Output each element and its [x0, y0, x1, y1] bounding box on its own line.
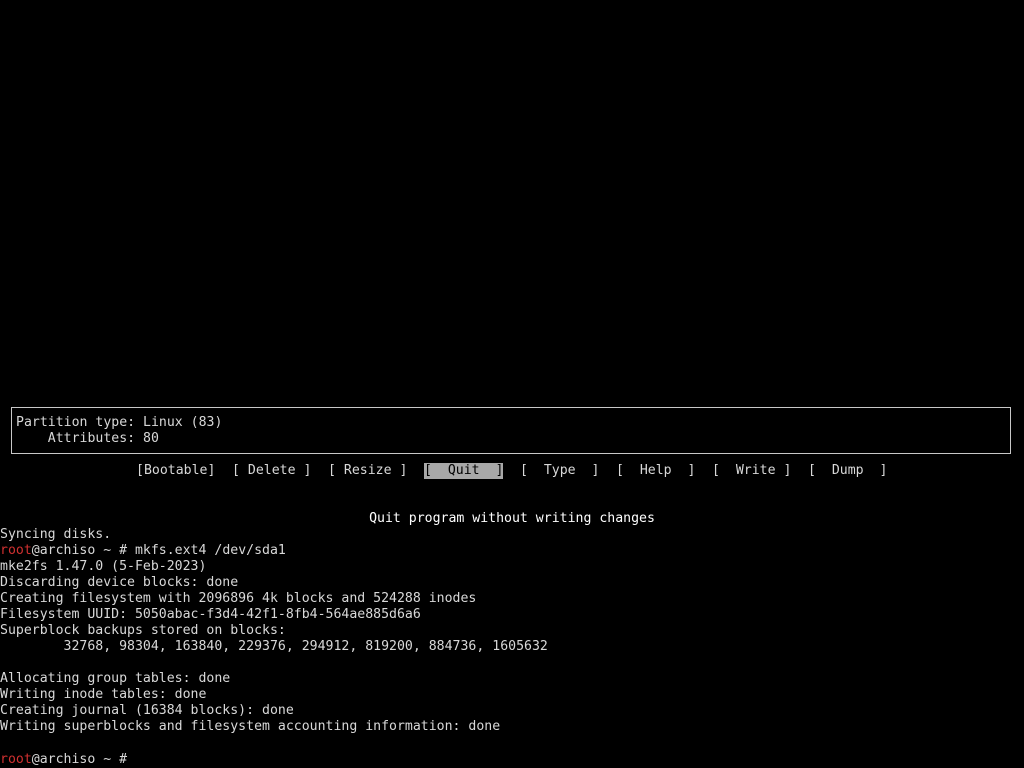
menu-write-button[interactable]: [ Write ] [712, 463, 791, 479]
command-text: mkfs.ext4 /dev/sda1 [134, 543, 286, 558]
cfdisk-menu: [Bootable] [ Delete ] [ Resize ] [ Quit … [0, 463, 1024, 479]
command-prompt-line: root@archiso ~ # mkfs.ext4 /dev/sda1 [0, 543, 286, 559]
prompt-host: @archiso ~ # [31, 543, 135, 558]
cursor-caret [135, 751, 143, 765]
prompt-user: root [0, 543, 32, 558]
terminal-line: Writing inode tables: done [0, 687, 207, 702]
terminal-line: Writing superblocks and filesystem accou… [0, 719, 501, 734]
terminal-line: mke2fs 1.47.0 (5-Feb-2023) [0, 559, 207, 574]
menu-dump-button[interactable]: [ Dump ] [808, 463, 887, 479]
partition-type-line: Partition type: Linux (83) [16, 415, 223, 430]
terminal-line: Superblock backups stored on blocks: [0, 623, 286, 638]
terminal-line: 32768, 98304, 163840, 229376, 294912, 81… [0, 639, 548, 654]
partition-info-box: Partition type: Linux (83) Attributes: 8… [11, 407, 1011, 454]
prompt-user: root [0, 752, 32, 767]
menu-help-button[interactable]: [ Help ] [616, 463, 695, 479]
menu-delete-button[interactable]: [ Delete ] [232, 463, 311, 479]
terminal-line: Syncing disks. [0, 527, 112, 542]
attributes-line: Attributes: 80 [16, 431, 159, 446]
terminal-line: Filesystem UUID: 5050abac-f3d4-42f1-8fb4… [0, 607, 421, 622]
menu-hint-text: Quit program without writing changes [369, 511, 655, 526]
terminal-line: Allocating group tables: done [0, 671, 231, 686]
menu-bootable-button[interactable]: [Bootable] [136, 463, 215, 479]
active-prompt-line[interactable]: root@archiso ~ # [0, 751, 143, 767]
menu-resize-button[interactable]: [ Resize ] [328, 463, 407, 479]
terminal-line: Creating filesystem with 2096896 4k bloc… [0, 591, 477, 606]
terminal-line: Creating journal (16384 blocks): done [0, 703, 294, 718]
prompt-host: @archiso ~ # [31, 752, 135, 767]
terminal-line: Discarding device blocks: done [0, 575, 239, 590]
menu-quit-button[interactable]: [ Quit ] [424, 463, 504, 479]
menu-type-button[interactable]: [ Type ] [520, 463, 599, 479]
